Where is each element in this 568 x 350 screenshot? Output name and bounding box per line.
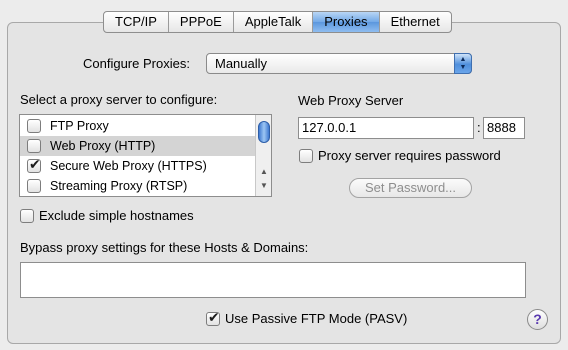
- host-port-separator: :: [477, 120, 481, 135]
- list-item-label: Streaming Proxy (RTSP): [50, 179, 188, 193]
- popup-arrows-icon: ▲ ▼: [454, 53, 472, 74]
- list-item-streaming-proxy[interactable]: Streaming Proxy (RTSP): [20, 176, 255, 196]
- list-item-label: Secure Web Proxy (HTTPS): [50, 159, 207, 173]
- configure-proxies-label: Configure Proxies:: [83, 56, 190, 71]
- scrollbar-thumb[interactable]: [258, 121, 270, 143]
- proxy-port-field[interactable]: 8888: [483, 117, 525, 139]
- exclude-hostnames-option[interactable]: Exclude simple hostnames: [20, 208, 194, 223]
- password-required-checkbox[interactable]: [299, 148, 313, 163]
- password-required-label: Proxy server requires password: [318, 148, 501, 163]
- secure-web-proxy-checkbox[interactable]: [27, 156, 41, 173]
- passive-ftp-checkbox[interactable]: [206, 309, 220, 326]
- list-item-secure-web-proxy[interactable]: Secure Web Proxy (HTTPS): [20, 156, 255, 176]
- proxy-host-field[interactable]: 127.0.0.1: [298, 117, 474, 139]
- passive-ftp-option[interactable]: Use Passive FTP Mode (PASV): [206, 309, 408, 326]
- streaming-proxy-checkbox[interactable]: [27, 179, 41, 193]
- scroll-down-arrow-icon[interactable]: ▼: [256, 181, 271, 190]
- configure-proxies-popup[interactable]: Manually ▲ ▼: [206, 53, 472, 74]
- tab-bar: TCP/IP PPPoE AppleTalk Proxies Ethernet: [103, 11, 452, 33]
- tab-appletalk[interactable]: AppleTalk: [234, 12, 314, 32]
- scroll-up-arrow-icon[interactable]: ▲: [256, 167, 271, 176]
- bypass-label: Bypass proxy settings for these Hosts & …: [20, 240, 309, 255]
- web-proxy-server-heading: Web Proxy Server: [298, 93, 404, 108]
- list-item-label: Web Proxy (HTTP): [50, 139, 156, 153]
- passive-ftp-label: Use Passive FTP Mode (PASV): [225, 311, 408, 326]
- tab-proxies[interactable]: Proxies: [313, 12, 380, 32]
- help-button[interactable]: ?: [527, 309, 548, 330]
- tab-pppoe[interactable]: PPPoE: [169, 12, 234, 32]
- password-required-option[interactable]: Proxy server requires password: [299, 148, 501, 163]
- list-item-web-proxy[interactable]: Web Proxy (HTTP): [20, 136, 255, 156]
- proxy-list[interactable]: FTP Proxy Web Proxy (HTTP) Secure Web Pr…: [19, 114, 272, 197]
- ftp-proxy-checkbox[interactable]: [27, 119, 41, 133]
- configure-proxies-value: Manually: [215, 56, 268, 71]
- proxy-list-heading: Select a proxy server to configure:: [20, 92, 218, 107]
- list-item-ftp-proxy[interactable]: FTP Proxy: [20, 116, 255, 136]
- list-item-label: FTP Proxy: [50, 119, 109, 133]
- tab-tcpip[interactable]: TCP/IP: [104, 12, 169, 32]
- bypass-hosts-field[interactable]: [20, 262, 526, 298]
- set-password-button[interactable]: Set Password...: [349, 178, 472, 198]
- tab-ethernet[interactable]: Ethernet: [380, 12, 451, 32]
- exclude-hostnames-checkbox[interactable]: [20, 208, 34, 223]
- list-scrollbar[interactable]: ▲ ▼: [255, 115, 271, 196]
- exclude-hostnames-label: Exclude simple hostnames: [39, 208, 194, 223]
- web-proxy-checkbox[interactable]: [27, 139, 41, 153]
